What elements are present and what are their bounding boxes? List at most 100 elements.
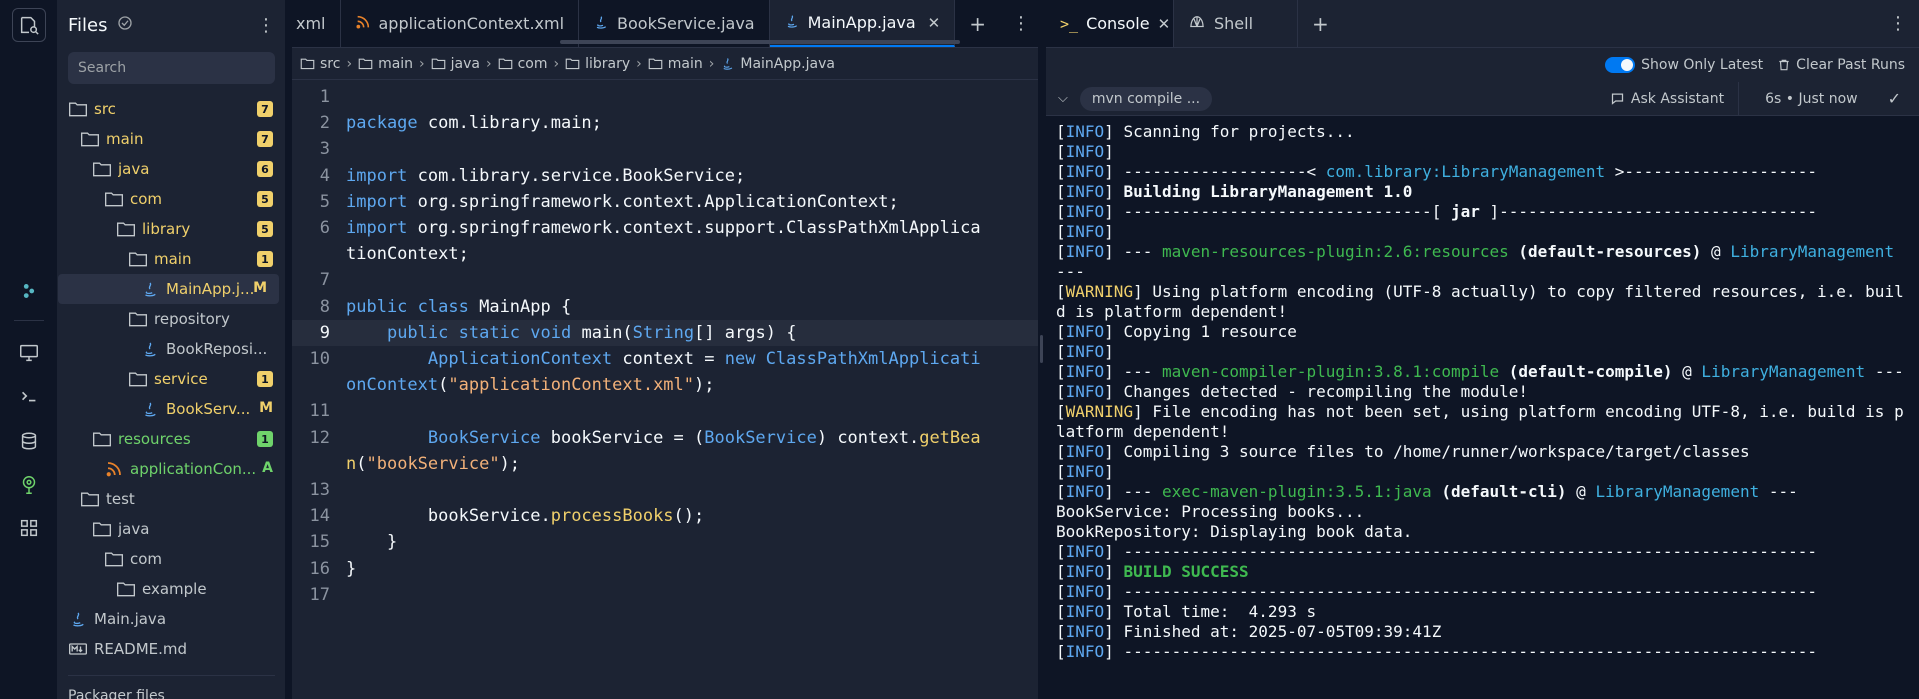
code-line[interactable]: 13 (292, 477, 1038, 503)
log-line: [INFO] ---------------------------------… (1056, 582, 1817, 601)
console-menu-icon[interactable]: ⋮ (1877, 0, 1919, 47)
breadcrumb-item[interactable]: java (431, 56, 480, 72)
code-text: public class MainApp { (346, 296, 572, 317)
line-number: 11 (309, 401, 330, 422)
change-count-badge: 5 (257, 191, 273, 207)
code-line[interactable]: 8 public class MainApp { (292, 294, 1038, 320)
tab-label: BookService.java (617, 14, 755, 33)
code-line[interactable]: 11 (292, 398, 1038, 424)
log-line: [INFO] (1056, 142, 1114, 161)
tree-item-label: MainApp.j... (166, 280, 255, 298)
log-line: [INFO] Scanning for projects... (1056, 122, 1355, 141)
packager-files-header[interactable]: Packager files (68, 688, 165, 699)
tab-application-context-xml[interactable]: applicationContext.xml (341, 0, 580, 47)
tab-scrollbar[interactable] (560, 40, 960, 44)
log-line: [INFO] -------------------< com.library:… (1056, 162, 1818, 181)
log-line: [INFO] (1056, 222, 1114, 241)
change-count-badge: 7 (257, 101, 273, 117)
tree-item[interactable]: java (58, 514, 285, 544)
log-line: [INFO] (1056, 342, 1114, 361)
code-text: BookService bookService = (BookService) … (346, 427, 981, 474)
clear-past-runs-button[interactable]: Clear Past Runs (1777, 57, 1905, 73)
breadcrumb-item[interactable]: library (565, 56, 630, 72)
new-tab-icon[interactable]: + (1298, 0, 1343, 47)
chevron-down-icon[interactable]: ⌵ (1058, 91, 1068, 106)
log-line: BookService: Processing books... (1056, 502, 1365, 521)
breadcrumb-item[interactable]: MainApp.java (720, 56, 835, 72)
files-search-input[interactable] (78, 60, 265, 76)
new-tab-icon[interactable]: + (955, 0, 1000, 47)
code-line[interactable]: 1 (292, 84, 1038, 110)
editor-menu-icon[interactable]: ⋮ (1000, 0, 1038, 47)
chevron-right-icon: › (636, 55, 642, 72)
tree-item[interactable]: java 6 (58, 154, 285, 184)
deploy-icon[interactable] (12, 468, 46, 502)
markdown-icon (68, 639, 88, 659)
tree-item[interactable]: repository (58, 304, 285, 334)
close-icon[interactable]: ✕ (928, 14, 941, 32)
tree-item[interactable]: main 1 (58, 244, 285, 274)
folder-icon (80, 489, 100, 509)
tree-item[interactable]: Main.java (58, 604, 285, 634)
code-line[interactable]: 14 bookService.processBooks(); (292, 503, 1038, 529)
breadcrumb-item[interactable]: main (648, 56, 703, 72)
ask-assistant-button[interactable]: Ask Assistant (1610, 82, 1740, 115)
tree-item[interactable]: example (58, 574, 285, 604)
code-line[interactable]: 2 package com.library.main; (292, 110, 1038, 136)
tree-item[interactable]: MainApp.j... M (58, 274, 279, 304)
files-menu-icon[interactable]: ⋮ (257, 15, 275, 36)
code-line[interactable]: 16} (292, 556, 1038, 582)
tree-item[interactable]: applicationCon... A (58, 454, 285, 484)
code-line[interactable]: 7 (292, 267, 1038, 293)
sync-icon[interactable] (116, 14, 134, 36)
files-search[interactable] (68, 52, 275, 84)
tree-item[interactable]: service 1 (58, 364, 285, 394)
tab-xml[interactable]: xml (292, 0, 341, 47)
line-number: 16 (309, 558, 330, 579)
code-text: import com.library.service.BookService; (346, 165, 746, 186)
tree-item[interactable]: library 5 (58, 214, 285, 244)
change-count-badge: 5 (257, 221, 273, 237)
database-icon[interactable] (12, 424, 46, 458)
code-line[interactable]: 17 (292, 582, 1038, 608)
code-line[interactable]: 4 import com.library.service.BookService; (292, 163, 1038, 189)
tree-item-label: resources (118, 430, 191, 448)
tree-item[interactable]: test (58, 484, 285, 514)
close-icon[interactable]: ✕ (1158, 15, 1171, 33)
breadcrumb-item[interactable]: main (358, 56, 413, 72)
java-icon (784, 13, 800, 33)
breadcrumb-item[interactable]: src (300, 56, 340, 72)
panel-divider[interactable] (1038, 0, 1046, 699)
code-line[interactable]: 3 (292, 136, 1038, 162)
code-line[interactable]: 12 BookService bookService = (BookServic… (292, 425, 1038, 477)
code-line[interactable]: 6 import org.springframework.context.supp… (292, 215, 1038, 267)
tree-item[interactable]: main 7 (58, 124, 285, 154)
tab-console[interactable]: >_ Console ✕ (1046, 0, 1174, 47)
run-command[interactable]: mvn compile ... (1079, 86, 1213, 111)
all-tools-icon[interactable] (12, 511, 46, 545)
breadcrumb-item[interactable]: com (498, 56, 548, 72)
tree-item[interactable]: resources 1 (58, 424, 285, 454)
code-line[interactable]: 9 public static void main(String[] args)… (292, 319, 1038, 347)
toggle-switch[interactable] (1605, 57, 1636, 73)
line-number: 7 (319, 270, 330, 291)
code-editor[interactable]: 1 2 package com.library.main; 3 4 import com.… (292, 80, 1038, 608)
console-output[interactable]: [INFO] Scanning for projects... [INFO] [IN… (1046, 116, 1906, 662)
tree-item[interactable]: BookServ... M (58, 394, 285, 424)
preview-icon[interactable] (12, 336, 46, 370)
tree-item[interactable]: BookReposi... (58, 334, 285, 364)
tree-item[interactable]: com 5 (58, 184, 285, 214)
agent-icon[interactable] (12, 274, 46, 308)
console-icon[interactable] (12, 379, 46, 413)
code-line[interactable]: 5 import org.springframework.context.Appl… (292, 189, 1038, 215)
new-file-icon[interactable] (12, 8, 46, 42)
code-line[interactable]: 15 } (292, 529, 1038, 555)
tab-shell[interactable]: Shell (1174, 0, 1298, 47)
breadcrumb: src › main › java › com › library › main › MainApp.j… (292, 48, 1038, 80)
code-line[interactable]: 10 ApplicationContext context = new Clas… (292, 346, 1038, 398)
show-only-latest-toggle[interactable]: Show Only Latest (1605, 57, 1763, 73)
tree-item[interactable]: src 7 (58, 94, 285, 124)
tree-item[interactable]: com (58, 544, 285, 574)
tree-item[interactable]: README.md (58, 634, 285, 664)
